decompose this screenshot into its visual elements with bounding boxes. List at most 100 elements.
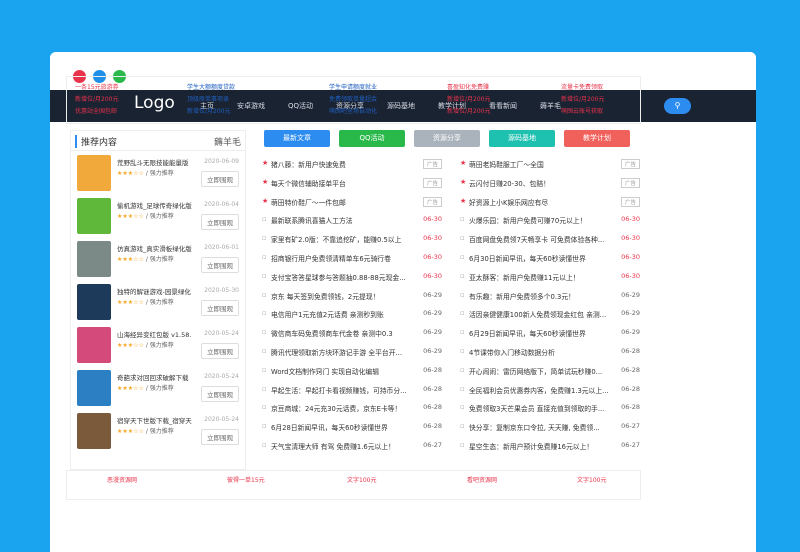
rec-item[interactable]: 宿穿天下世版下载_宿穿天 ★★★☆☆ / 强力推荐 2020-05-24 立即围观 <box>75 413 243 453</box>
article-title[interactable]: 百度网盘免费领7天畅享卡 可免费体验各种... <box>469 234 609 244</box>
rec-thumbnail[interactable] <box>77 370 111 406</box>
rec-thumbnail[interactable] <box>77 198 111 234</box>
rec-item[interactable]: 独特的解谜游戏-园景绿化 ★★★☆☆ / 强力推荐 2020-05-30 立即围观 <box>75 284 243 324</box>
article-row[interactable]: ▫ 电信用户1元充值2元话费 亲测秒到账 06-29 <box>262 306 442 323</box>
article-row[interactable]: ▫ 6月30日新闻早讯，每天60秒读懂世界 06-30 <box>460 250 640 267</box>
article-row[interactable]: ▫ 百度网盘免费领7天畅享卡 可免费体验各种... 06-30 <box>460 231 640 248</box>
article-row[interactable]: ▫ 免费领取3天芒果会员 直接充值到领取的手... 06-28 <box>460 400 640 417</box>
rec-item[interactable]: 荒野乱斗无限技能能量版 ★★★☆☆ / 强力推荐 2020-06-09 立即围观 <box>75 155 243 195</box>
article-row[interactable]: ▫ 京东 每天签到免费领钱，2元提现！ 06-29 <box>262 288 442 305</box>
article-row[interactable]: ▫ 支付宝答答星球参与答题抽0.88-88元现金... 06-30 <box>262 269 442 286</box>
view-button[interactable]: 立即围观 <box>201 257 239 273</box>
article-row[interactable]: ▫ 星空生态：新用户预计免费赚16元以上！ 06-27 <box>460 438 640 455</box>
article-title[interactable]: 京东 每天签到免费领钱，2元提现！ <box>271 291 411 301</box>
rec-item[interactable]: 奇葩求对回回求破解下载 ★★★☆☆ / 强力推荐 2020-05-24 立即围观 <box>75 370 243 410</box>
article-title[interactable]: 云闪付日赚20-30、包赔！ <box>469 178 609 188</box>
article-row[interactable]: ▫ 有乐趣：新用户免费领多个0.3元！ 06-29 <box>460 288 640 305</box>
article-title[interactable]: 火爆乐园：新用户免费可赚70元以上！ <box>469 215 609 225</box>
article-title[interactable]: 支付宝答答星球参与答题抽0.88-88元现金... <box>271 272 411 282</box>
ad-link[interactable]: 新增位/月200元 <box>561 94 661 106</box>
article-row[interactable]: ★ 每天个微信辅助接单平台 广告 <box>262 175 442 192</box>
ad-link[interactable]: 新增位/月200元 <box>187 106 287 118</box>
ad-link[interactable]: 优惠站全国包邮 <box>75 106 175 118</box>
article-title[interactable]: 开心闹闹：雷历网络版下，简单试玩秒赚0... <box>469 366 609 376</box>
rec-item[interactable]: 仿真游戏_真实滑板绿化版 ★★★☆☆ / 强力推荐 2020-06-01 立即围观 <box>75 241 243 281</box>
search-button[interactable]: ⚲ <box>664 98 691 114</box>
recommend-more[interactable]: 薅羊毛 <box>214 135 241 148</box>
article-row[interactable]: ▫ 京豆商城：24元充30元话费，京东E卡等！ 06-28 <box>262 400 442 417</box>
view-button[interactable]: 立即围观 <box>201 300 239 316</box>
article-title[interactable]: 星空生态：新用户预计免费赚16元以上！ <box>469 441 609 451</box>
tab-源码基地[interactable]: 源码基地 <box>489 130 555 147</box>
article-title[interactable]: 萌田老妈鞋服工厂～全国 <box>469 159 609 169</box>
article-title[interactable]: 招商银行用户免费领清精单车6元骑行卷 <box>271 253 411 263</box>
rec-thumbnail[interactable] <box>77 241 111 277</box>
article-title[interactable]: 好资源上小K娱乐网应有尽 <box>469 197 609 207</box>
article-row[interactable]: ★ 好资源上小K娱乐网应有尽 广告 <box>460 194 640 211</box>
article-title[interactable]: 活因亲健健康100新人免费领现金红包 亲测... <box>469 309 609 319</box>
ad-link[interactable]: 萌囤吧全场自动化 <box>329 106 429 118</box>
article-title[interactable]: 6月28日新闻早讯，每天60秒读懂世界 <box>271 422 411 432</box>
ad-link[interactable]: 喜盈知化免费赚 <box>447 82 547 94</box>
bottom-link[interactable]: 文字100元 <box>577 475 606 484</box>
article-title[interactable]: 家里有矿2.0版：不靠追挖矿，能赚0.5以上 <box>271 234 411 244</box>
article-title[interactable]: 天气宝清理大师 有驾 免费赚1.6元以上！ <box>271 441 411 451</box>
rec-title[interactable]: 独特的解谜游戏-园景绿化 <box>117 286 191 296</box>
article-row[interactable]: ▫ 腾讯代理领取新方块环游记手游 全平台开... 06-29 <box>262 344 442 361</box>
rec-thumbnail[interactable] <box>77 413 111 449</box>
article-title[interactable]: 快分享：复制京东口令拉, 天天赚, 免费领... <box>469 422 609 432</box>
article-row[interactable]: ▫ 火爆乐园：新用户免费可赚70元以上！ 06-30 <box>460 212 640 229</box>
tab-教学计划[interactable]: 教学计划 <box>564 130 630 147</box>
article-title[interactable]: 微信商车码免费领商车代金卷 亲测中0.3 <box>271 328 411 338</box>
rec-thumbnail[interactable] <box>77 284 111 320</box>
article-title[interactable]: 最新联系腾讯喜猫人工方法 <box>271 215 411 225</box>
rec-item[interactable]: 偷机游戏_足球传奇绿化版 ★★★☆☆ / 强力推荐 2020-06-04 立即围观 <box>75 198 243 238</box>
view-button[interactable]: 立即围观 <box>201 343 239 359</box>
article-row[interactable]: ▫ 开心闹闹：雷历网络版下，简单试玩秒赚0... 06-28 <box>460 363 640 380</box>
article-row[interactable]: ★ 萌田特价鞋厂～一件包邮 广告 <box>262 194 442 211</box>
article-row[interactable]: ★ 猪八藤：新用户快速免费 广告 <box>262 156 442 173</box>
article-title[interactable]: 猪八藤：新用户快速免费 <box>271 159 411 169</box>
article-title[interactable]: 腾讯代理领取新方块环游记手游 全平台开... <box>271 347 411 357</box>
rec-title[interactable]: 山海经异变红包版 v1.58. <box>117 329 191 339</box>
article-row[interactable]: ▫ 最新联系腾讯喜猫人工方法 06-30 <box>262 212 442 229</box>
article-title[interactable]: 有乐趣：新用户免费领多个0.3元！ <box>469 291 609 301</box>
ad-link[interactable]: 流量卡免费领取 <box>561 82 661 94</box>
article-row[interactable]: ▫ 早起生活：早起打卡看视频赚钱，可持币分... 06-28 <box>262 382 442 399</box>
view-button[interactable]: 立即围观 <box>201 429 239 445</box>
view-button[interactable]: 立即围观 <box>201 214 239 230</box>
article-row[interactable]: ★ 萌田老妈鞋服工厂～全国 广告 <box>460 156 640 173</box>
rec-title[interactable]: 仿真游戏_真实滑板绿化版 <box>117 243 192 253</box>
rec-title[interactable]: 宿穿天下世版下载_宿穿天 <box>117 415 192 425</box>
article-row[interactable]: ▫ 天气宝清理大师 有驾 免费赚1.6元以上！ 06-27 <box>262 438 442 455</box>
bottom-link[interactable]: 恶漫资源网 <box>107 475 137 484</box>
article-title[interactable]: 6月30日新闻早讯，每天60秒读懂世界 <box>469 253 609 263</box>
article-title[interactable]: 早起生活：早起打卡看视频赚钱，可持币分... <box>271 385 411 395</box>
article-row[interactable]: ▫ 全民福利会员优惠券内客，免费赚1.3元以上... 06-28 <box>460 382 640 399</box>
article-title[interactable]: 免费领取3天芒果会员 直接充值到领取的手... <box>469 403 609 413</box>
ad-link[interactable]: 新增位/月200元 <box>447 94 547 106</box>
article-row[interactable]: ▫ 活因亲健健康100新人免费领现金红包 亲测... 06-29 <box>460 306 640 323</box>
article-title[interactable]: Word文档制作窍门 实现自动化编辑 <box>271 366 411 376</box>
article-row[interactable]: ▫ 招商银行用户免费领清精单车6元骑行卷 06-30 <box>262 250 442 267</box>
bottom-link[interactable]: 文字100元 <box>347 475 376 484</box>
article-title[interactable]: 亚太酥客：新用户免费赚11元以上！ <box>469 272 609 282</box>
article-row[interactable]: ▫ 微信商车码免费领商车代金卷 亲测中0.3 06-29 <box>262 325 442 342</box>
article-title[interactable]: 电信用户1元充值2元话费 亲测秒到账 <box>271 309 411 319</box>
bottom-link[interactable]: 彼得一单15元 <box>227 475 265 484</box>
article-title[interactable]: 6月29日新闻早讯，每天60秒读懂世界 <box>469 328 609 338</box>
rec-thumbnail[interactable] <box>77 327 111 363</box>
view-button[interactable]: 立即围观 <box>201 171 239 187</box>
ad-link[interactable]: 顶级原单事项录 <box>187 94 287 106</box>
rec-title[interactable]: 荒野乱斗无限技能能量版 <box>117 157 189 167</box>
article-row[interactable]: ▫ 快分享：复制京东口令拉, 天天赚, 免费领... 06-27 <box>460 419 640 436</box>
ad-link[interactable]: 免费领取单量超会 <box>329 94 429 106</box>
tab-QQ活动[interactable]: QQ活动 <box>339 130 405 147</box>
tab-资源分享[interactable]: 资源分享 <box>414 130 480 147</box>
article-row[interactable]: ▫ 6月29日新闻早讯，每天60秒读懂世界 06-29 <box>460 325 640 342</box>
article-row[interactable]: ▫ Word文档制作窍门 实现自动化编辑 06-28 <box>262 363 442 380</box>
article-title[interactable]: 全民福利会员优惠券内客，免费赚1.3元以上... <box>469 385 609 395</box>
article-title[interactable]: 4节课带你入门移动数据分析 <box>469 347 609 357</box>
rec-title[interactable]: 奇葩求对回回求破解下载 <box>117 372 189 382</box>
bottom-link[interactable]: 看吧资源网 <box>467 475 497 484</box>
